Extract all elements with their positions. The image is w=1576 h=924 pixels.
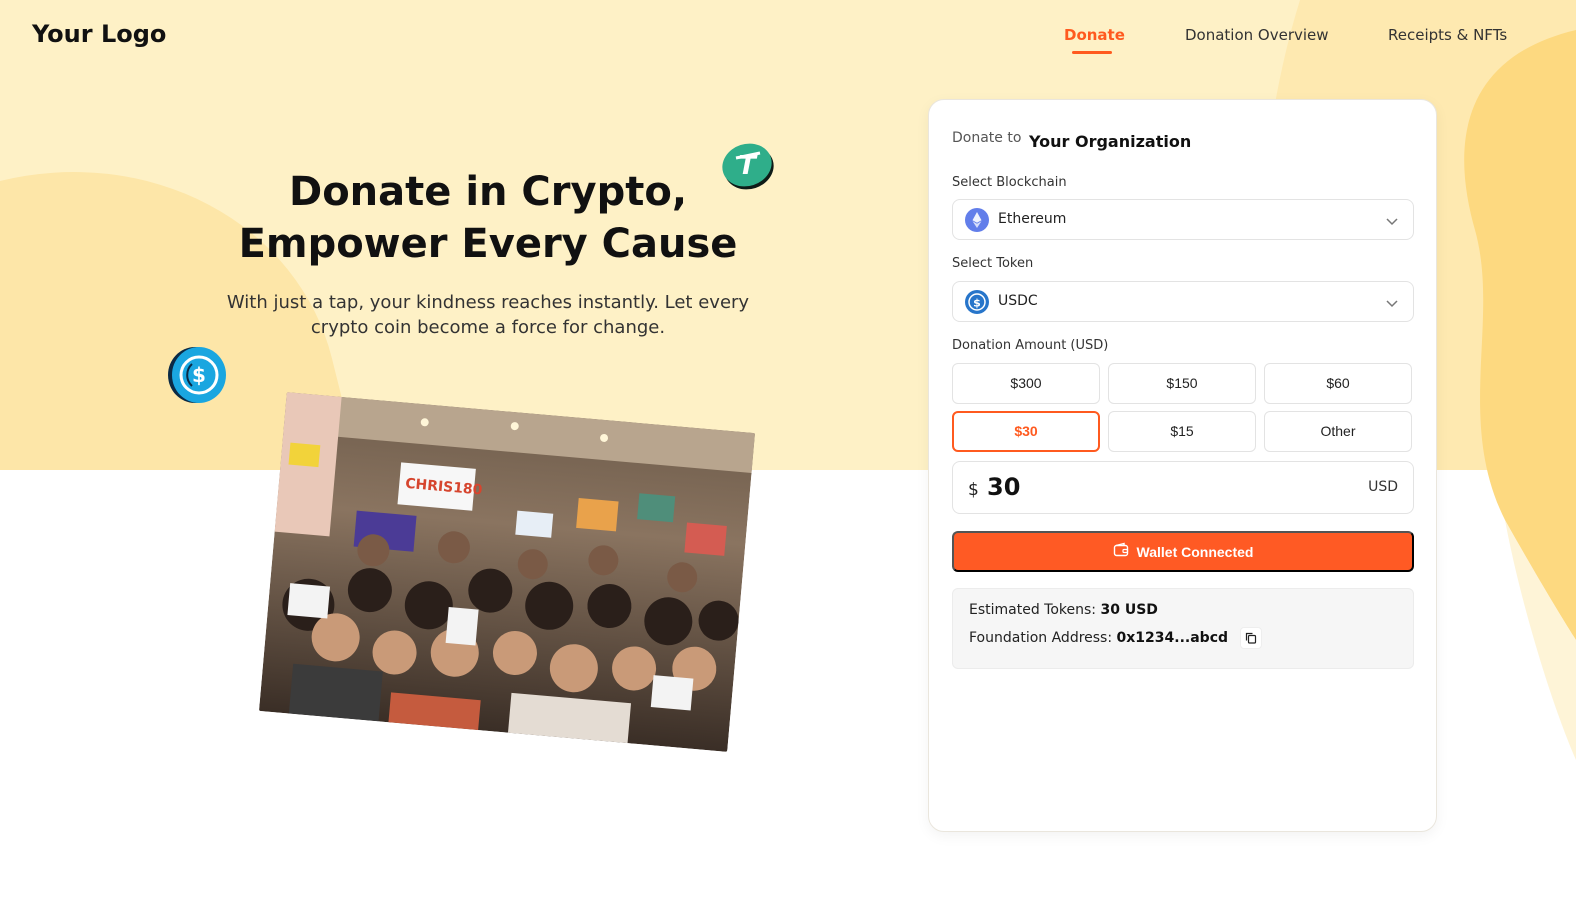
nav-active-indicator — [1072, 51, 1112, 54]
foundation-address-label: Foundation Address: — [969, 630, 1113, 646]
chevron-down-icon — [1385, 213, 1399, 227]
wallet-icon — [1113, 542, 1129, 561]
donation-summary: Estimated Tokens: 30 USD Foundation Addr… — [952, 588, 1414, 669]
token-label: Select Token — [952, 256, 1034, 271]
token-value: USDC — [998, 293, 1038, 309]
tether-coin-icon: T — [720, 142, 776, 190]
blockchain-select[interactable]: Ethereum — [952, 199, 1414, 240]
currency-symbol: $ — [968, 480, 979, 500]
amount-option-150[interactable]: $150 — [1108, 363, 1256, 404]
svg-text:$: $ — [973, 297, 981, 310]
logo[interactable]: Your Logo — [32, 20, 166, 48]
amount-input[interactable]: $ 30 USD — [952, 461, 1414, 514]
wallet-button-label: Wallet Connected — [1136, 543, 1254, 560]
amount-option-60[interactable]: $60 — [1264, 363, 1412, 404]
estimated-tokens-row: Estimated Tokens: 30 USD — [969, 602, 1158, 618]
amount-value[interactable]: 30 — [987, 473, 1020, 501]
hero-subtitle-line-1: With just a tap, your kindness reaches i… — [226, 292, 750, 313]
hero-title-line-1: Donate in Crypto, — [288, 169, 688, 215]
amount-label: Donation Amount (USD) — [952, 338, 1109, 353]
chevron-down-icon — [1385, 295, 1399, 309]
estimated-tokens-value: 30 USD — [1100, 602, 1158, 618]
blockchain-value: Ethereum — [998, 211, 1067, 227]
organization-name: Your Organization — [1029, 132, 1192, 151]
hero-subtitle-line-2: crypto coin become a force for change. — [310, 317, 666, 338]
usdc-icon: $ — [965, 290, 989, 314]
donation-card: Donate to Your Organization Select Block… — [928, 99, 1437, 832]
hero-title: Donate in Crypto, Empower Every Cause — [188, 166, 788, 270]
currency-code: USD — [1368, 479, 1398, 495]
donate-to-label: Donate to — [952, 130, 1022, 146]
hero-title-line-2: Empower Every Cause — [238, 221, 738, 267]
copy-icon[interactable] — [1240, 627, 1263, 649]
ethereum-icon — [965, 208, 989, 232]
nav-donate[interactable]: Donate — [1064, 26, 1125, 44]
nav-donation-overview[interactable]: Donation Overview — [1185, 26, 1329, 44]
crowd-photo: CHRIS180 — [258, 392, 756, 752]
foundation-address-value: 0x1234...abcd — [1116, 630, 1229, 646]
wallet-connected-button[interactable]: Wallet Connected — [952, 531, 1414, 572]
foundation-address-row: Foundation Address: 0x1234...abcd — [969, 627, 1263, 649]
amount-option-300[interactable]: $300 — [952, 363, 1100, 404]
amount-option-other[interactable]: Other — [1264, 411, 1412, 452]
token-select[interactable]: $ USDC — [952, 281, 1414, 322]
hero-subtitle: With just a tap, your kindness reaches i… — [208, 290, 768, 340]
amount-option-15[interactable]: $15 — [1108, 411, 1256, 452]
svg-text:$: $ — [192, 363, 206, 387]
nav-receipts-nfts[interactable]: Receipts & NFTs — [1388, 26, 1507, 44]
amount-option-30[interactable]: $30 — [952, 411, 1100, 452]
estimated-tokens-label: Estimated Tokens: — [969, 602, 1097, 618]
usdc-coin-icon: $ — [168, 344, 228, 404]
blockchain-label: Select Blockchain — [952, 175, 1067, 190]
